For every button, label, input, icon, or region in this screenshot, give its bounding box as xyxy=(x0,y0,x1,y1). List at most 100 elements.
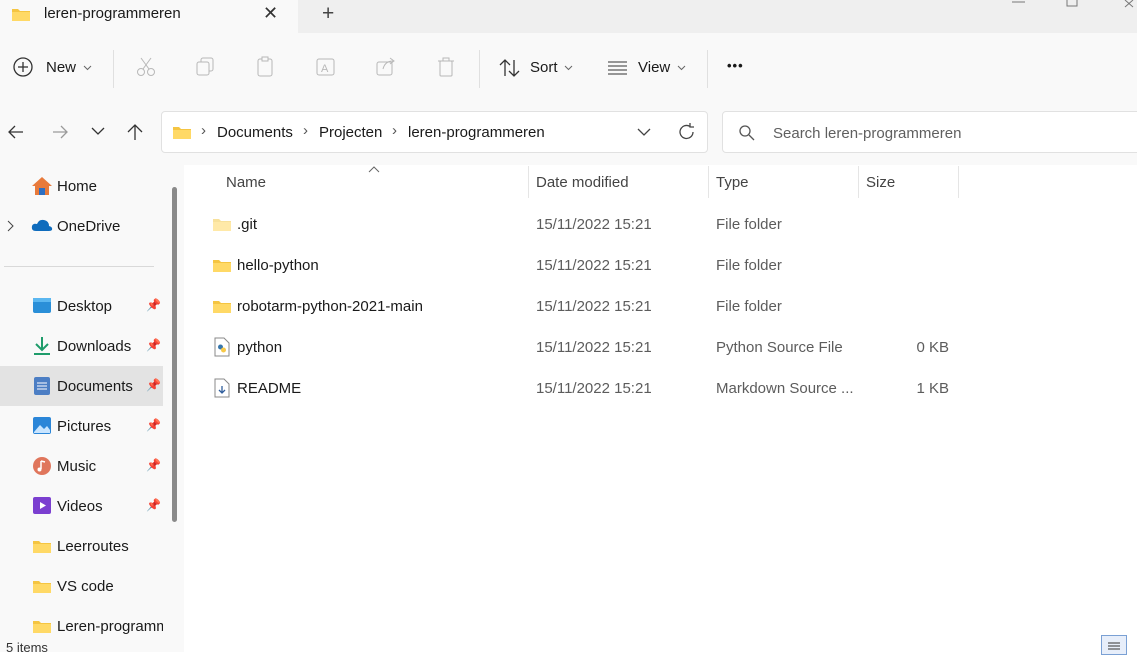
column-divider[interactable] xyxy=(708,166,709,198)
new-tab-button[interactable]: + xyxy=(322,2,334,26)
toolbar-divider xyxy=(479,50,480,88)
share-icon[interactable] xyxy=(375,56,397,78)
details-view-icon xyxy=(1108,642,1120,650)
pin-icon: 📌 xyxy=(146,418,161,432)
view-button[interactable]: View xyxy=(606,54,692,82)
chevron-right-icon: › xyxy=(392,122,397,139)
folder-icon xyxy=(213,219,231,231)
sidebar-item-desktop[interactable]: Desktop 📌 xyxy=(0,286,163,326)
column-divider[interactable] xyxy=(958,166,959,198)
python-file-icon xyxy=(214,337,230,357)
sidebar-item-leren-programmeren[interactable]: Leren-programmeren xyxy=(0,606,163,636)
up-icon[interactable] xyxy=(125,122,145,142)
recent-locations-icon[interactable] xyxy=(90,125,106,137)
plus-circle-icon xyxy=(13,57,33,77)
file-date: 15/11/2022 15:21 xyxy=(536,339,652,356)
file-type: File folder xyxy=(716,257,782,274)
toolbar-divider xyxy=(113,50,114,88)
sidebar-item-vs-code[interactable]: VS code xyxy=(0,566,163,606)
table-row[interactable]: robotarm-python-2021-main 15/11/2022 15:… xyxy=(200,287,980,325)
documents-icon xyxy=(34,377,50,395)
sidebar-item-videos[interactable]: Videos 📌 xyxy=(0,486,163,526)
chevron-right-icon: › xyxy=(303,122,308,139)
sidebar-item-label: Documents xyxy=(57,378,133,395)
folder-icon xyxy=(213,301,231,313)
file-name: robotarm-python-2021-main xyxy=(237,298,423,315)
file-date: 15/11/2022 15:21 xyxy=(536,257,652,274)
close-tab-button[interactable]: ✕ xyxy=(263,3,278,24)
sidebar-item-label: Home xyxy=(57,178,98,195)
sidebar-item-downloads[interactable]: Downloads 📌 xyxy=(0,326,163,366)
chevron-down-icon xyxy=(83,65,92,71)
column-header-date[interactable]: Date modified xyxy=(536,174,629,191)
copy-icon[interactable] xyxy=(195,56,217,78)
column-header-size[interactable]: Size xyxy=(866,174,895,191)
sort-button[interactable]: Sort xyxy=(498,54,578,82)
file-name: .git xyxy=(237,216,258,233)
table-row[interactable]: .git 15/11/2022 15:21 File folder xyxy=(200,205,980,243)
search-input[interactable]: Search leren-programmeren xyxy=(773,125,961,142)
file-type: File folder xyxy=(716,216,782,233)
rename-icon[interactable]: A xyxy=(315,56,337,78)
close-window-icon[interactable] xyxy=(1124,0,1137,8)
home-icon xyxy=(32,177,52,195)
sort-ascending-icon xyxy=(368,166,380,173)
more-options-button[interactable]: ••• xyxy=(727,58,744,73)
view-label: View xyxy=(638,59,671,76)
chevron-down-icon[interactable] xyxy=(636,126,652,138)
details-view-button[interactable] xyxy=(1101,635,1127,655)
file-size: 0 KB xyxy=(916,339,949,356)
breadcrumb-projecten[interactable]: Projecten xyxy=(319,124,382,141)
svg-text:A: A xyxy=(321,63,329,75)
paste-icon[interactable] xyxy=(255,56,277,78)
file-type: Markdown Source ... xyxy=(716,380,854,397)
column-header-type[interactable]: Type xyxy=(716,174,749,191)
cut-icon[interactable] xyxy=(135,56,157,78)
file-date: 15/11/2022 15:21 xyxy=(536,298,652,315)
chevron-right-icon[interactable] xyxy=(6,220,16,232)
pin-icon: 📌 xyxy=(146,458,161,472)
sidebar-item-pictures[interactable]: Pictures 📌 xyxy=(0,406,163,446)
breadcrumb-leren-programmeren[interactable]: leren-programmeren xyxy=(408,124,545,141)
sidebar-item-documents[interactable]: Documents 📌 xyxy=(0,366,163,406)
column-divider[interactable] xyxy=(858,166,859,198)
forward-icon[interactable] xyxy=(50,123,70,141)
folder-icon xyxy=(173,127,191,139)
table-row[interactable]: hello-python 15/11/2022 15:21 File folde… xyxy=(200,246,980,284)
sidebar-item-label: VS code xyxy=(57,578,114,595)
file-name: README xyxy=(237,380,302,397)
chevron-down-icon xyxy=(564,65,573,71)
delete-icon[interactable] xyxy=(436,56,458,78)
new-button[interactable]: New xyxy=(12,54,98,82)
file-size: 1 KB xyxy=(916,380,949,397)
sort-icon xyxy=(499,59,520,77)
sidebar-item-music[interactable]: Music 📌 xyxy=(0,446,163,486)
videos-icon xyxy=(33,497,51,514)
column-divider[interactable] xyxy=(528,166,529,198)
file-type: File folder xyxy=(716,298,782,315)
pin-icon: 📌 xyxy=(146,298,161,312)
file-date: 15/11/2022 15:21 xyxy=(536,216,652,233)
folder-icon xyxy=(33,581,51,593)
back-icon[interactable] xyxy=(6,123,26,141)
nav-divider xyxy=(4,266,154,267)
table-row[interactable]: python 15/11/2022 15:21 Python Source Fi… xyxy=(200,328,980,366)
item-count: 5 items xyxy=(6,640,48,655)
table-row[interactable]: README 15/11/2022 15:21 Markdown Source … xyxy=(200,369,980,407)
desktop-icon xyxy=(33,298,51,313)
sidebar-item-leerroutes[interactable]: Leerroutes xyxy=(0,526,163,566)
sidebar-item-home[interactable]: Home xyxy=(0,166,163,206)
chevron-down-icon xyxy=(677,65,686,71)
sidebar-item-label: Desktop xyxy=(57,298,113,315)
tab-leren-programmeren[interactable]: leren-programmeren ✕ xyxy=(0,0,298,33)
scrollbar-thumb[interactable] xyxy=(172,187,177,522)
file-name: python xyxy=(237,339,283,356)
sidebar-item-onedrive[interactable]: OneDrive xyxy=(0,206,163,246)
column-header-name[interactable]: Name xyxy=(226,174,266,191)
sidebar-item-label: Music xyxy=(57,458,97,475)
breadcrumb-documents[interactable]: Documents xyxy=(217,124,293,141)
minimize-icon[interactable] xyxy=(1011,0,1027,6)
refresh-icon[interactable] xyxy=(677,122,697,142)
pin-icon: 📌 xyxy=(146,338,161,352)
maximize-icon[interactable] xyxy=(1066,0,1080,8)
